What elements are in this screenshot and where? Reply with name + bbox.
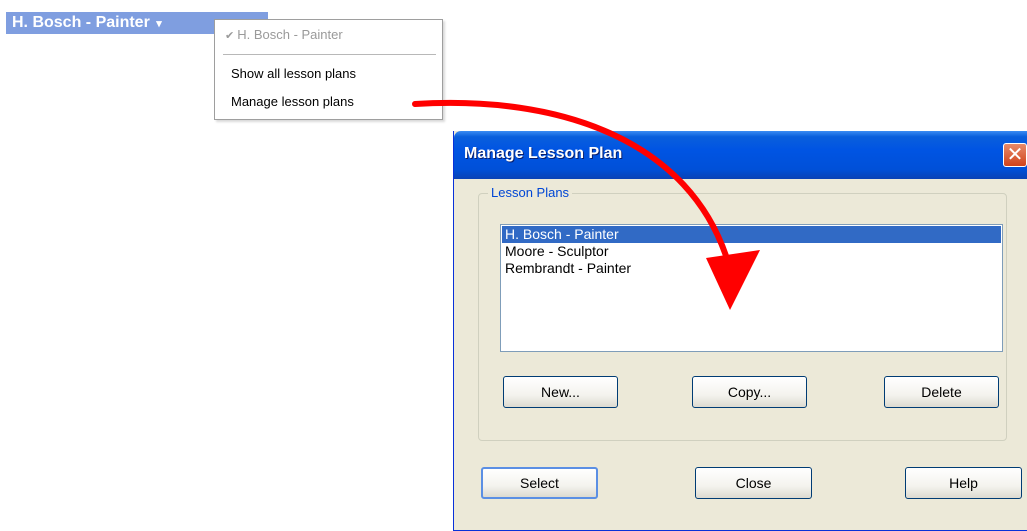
copy-button[interactable]: Copy... (692, 376, 807, 408)
close-button[interactable]: Close (695, 467, 812, 499)
group-label: Lesson Plans (488, 185, 573, 200)
chevron-down-icon: ▾ (156, 18, 162, 30)
checkmark-icon: ✔ (225, 30, 235, 42)
close-icon[interactable]: ✕ (1003, 143, 1027, 167)
delete-button[interactable]: Delete (884, 376, 999, 408)
menu-item-current-plan[interactable]: ✔ H. Bosch - Painter (225, 26, 343, 44)
lesson-plans-group: Lesson Plans H. Bosch - Painter Moore - … (478, 185, 1007, 441)
menu-item-current-label: H. Bosch - Painter (237, 27, 343, 42)
menu-separator (223, 54, 436, 55)
dialog-title: Manage Lesson Plan (464, 145, 623, 162)
dialog-titlebar[interactable]: Manage Lesson Plan ✕ (454, 131, 1027, 179)
lesson-plan-menu: ✔ H. Bosch - Painter Show all lesson plan… (214, 19, 443, 120)
select-button[interactable]: Select (481, 467, 598, 499)
manage-lesson-plan-dialog: Manage Lesson Plan ✕ Lesson Plans H. Bos… (453, 131, 1027, 531)
menu-item-show-all[interactable]: Show all lesson plans (231, 65, 356, 83)
list-item[interactable]: Rembrandt - Painter (502, 260, 1001, 277)
new-button[interactable]: New... (503, 376, 618, 408)
selector-label: H. Bosch - Painter (12, 14, 150, 31)
help-button[interactable]: Help (905, 467, 1022, 499)
menu-item-manage[interactable]: Manage lesson plans (231, 93, 354, 111)
list-item[interactable]: H. Bosch - Painter (502, 226, 1001, 243)
list-item[interactable]: Moore - Sculptor (502, 243, 1001, 260)
lesson-plans-list[interactable]: H. Bosch - Painter Moore - Sculptor Remb… (500, 224, 1003, 352)
